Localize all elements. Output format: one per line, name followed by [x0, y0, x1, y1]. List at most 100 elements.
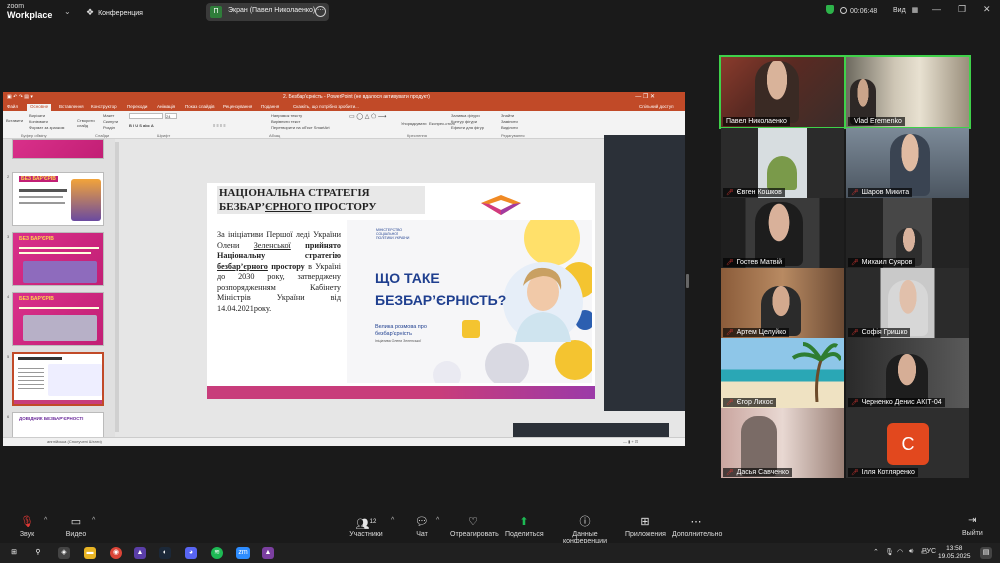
arrange-button[interactable]: Упорядкувати — [401, 121, 427, 126]
tab-view[interactable]: Подання — [261, 104, 279, 109]
system-clock[interactable]: 13:58 19.05.2025 — [938, 545, 971, 561]
layout-button[interactable]: Макет — [103, 113, 114, 118]
tell-me-box[interactable]: Скажіть, що потрібно зробити... — [293, 104, 359, 109]
participant-tile[interactable]: 🎤︎ Шаров Микита — [846, 128, 969, 198]
font-size-field[interactable]: 24 — [165, 113, 177, 119]
tab-slideshow[interactable]: Показ слайдів — [185, 104, 214, 109]
meeting-timer[interactable]: 00:06:48 — [826, 5, 877, 15]
text-direction-button[interactable]: Напрямок тексту — [271, 113, 302, 118]
chrome-icon[interactable]: ◉ — [110, 547, 122, 559]
format-painter-button[interactable]: Формат за зразком — [29, 125, 64, 130]
apps-button[interactable]: ⊞ Приложения — [625, 516, 666, 538]
language-indicator[interactable]: РУС — [922, 548, 936, 555]
cube-app-icon[interactable]: ◈ — [58, 547, 70, 559]
tab-insert[interactable]: Вставлення — [59, 104, 84, 109]
chevron-up-icon[interactable]: ^ — [92, 517, 95, 524]
leave-button[interactable]: ⇥ Выйти — [962, 515, 983, 537]
chevron-down-icon[interactable]: ⌄ — [64, 7, 71, 16]
paste-button[interactable]: Вставити — [6, 118, 23, 123]
shape-effects-button[interactable]: Ефекти для фігур — [451, 125, 484, 130]
proton-vpn-icon[interactable]: ▲ — [134, 547, 146, 559]
participant-tile[interactable]: 🎤︎ Гостев Матвій — [721, 198, 844, 268]
new-slide-button[interactable]: Створити слайд — [77, 118, 99, 128]
react-button[interactable]: ♡ Отреагировать — [450, 516, 499, 538]
spotify-icon[interactable]: ≋ — [211, 547, 223, 559]
font-name-field[interactable] — [129, 113, 163, 119]
shape-outline-button[interactable]: Контур фігури — [451, 119, 477, 124]
smartart-button[interactable]: Перетворити на об'єкт SmartArt — [271, 125, 330, 130]
slide-canvas[interactable]: НАЦІОНАЛЬНА СТРАТЕГІЯ БЕЗБАР’ЄРНОГО ПРОС… — [207, 183, 595, 399]
cut-button[interactable]: Вирізати — [29, 113, 45, 118]
tray-chevron-icon[interactable]: ⌃ — [873, 548, 879, 556]
more-button[interactable]: ⋯ Дополнительно — [672, 516, 722, 538]
more-icon[interactable]: ⋯ — [315, 6, 326, 17]
participants-button[interactable]: 👥︎12 Участники — [348, 516, 384, 538]
close-icon[interactable]: ✕ — [983, 4, 991, 15]
participant-tile[interactable]: 🎤︎ Дасья Савченко — [721, 408, 844, 478]
slide-thumbnail[interactable]: БЕЗ БАР'ЄРІВ — [12, 172, 104, 226]
tab-home[interactable]: Основне — [27, 104, 52, 111]
slide-thumbnail[interactable] — [12, 139, 104, 159]
minimize-icon[interactable]: — — [932, 4, 941, 14]
video-button[interactable]: ▭ Видео — [62, 516, 90, 538]
share-screen-button[interactable]: ⬆ Поделиться — [505, 516, 544, 538]
chevron-up-icon[interactable]: ^ — [436, 517, 439, 524]
slide-thumbnail[interactable]: БЕЗ БАР'ЄРІВ — [12, 292, 104, 346]
audio-button[interactable]: 🎙︎ Звук — [14, 516, 40, 538]
meeting-menu[interactable]: ❖ Конференция — [86, 7, 143, 18]
chevron-up-icon[interactable]: ^ — [391, 517, 394, 524]
tab-review[interactable]: Рецензування — [223, 104, 252, 109]
discord-icon[interactable]: ◕ — [185, 547, 197, 559]
participant-tile[interactable]: Павел Николаенко — [719, 55, 846, 129]
notifications-icon[interactable]: ▤ — [980, 547, 992, 559]
find-button[interactable]: Знайти — [501, 113, 514, 118]
tab-file[interactable]: Файл — [7, 104, 18, 109]
participant-tile[interactable]: Vlad Eremenko — [844, 55, 971, 129]
zoom-taskbar-icon[interactable]: zm — [236, 547, 250, 559]
volume-icon[interactable]: 🔊︎ — [909, 548, 913, 556]
search-icon[interactable]: ⚲ — [32, 547, 44, 559]
vpn-app-icon[interactable]: ▲ — [262, 547, 274, 559]
shape-fill-button[interactable]: Заливка фігури — [451, 113, 480, 118]
view-button[interactable]: Вид ▦ — [893, 6, 918, 14]
mic-tray-icon[interactable]: 🎙︎ — [885, 548, 894, 556]
align-text-button[interactable]: Вирівняти текст — [271, 119, 300, 124]
zoom-slider-icon[interactable]: — ▮ + ⊡ — [623, 439, 638, 444]
tab-transitions[interactable]: Переходи — [127, 104, 147, 109]
chevron-up-icon[interactable]: ^ — [44, 517, 47, 524]
select-button[interactable]: Виділити — [501, 125, 518, 130]
tab-animation[interactable]: Анімація — [157, 104, 175, 109]
participant-tile[interactable]: 🎤︎ Євген Кошков — [721, 128, 844, 198]
shared-powerpoint-window[interactable]: ▣ ↶ ↷ ▤ ▾ 2. Безбар'єрність - PowerPoint… — [3, 92, 685, 446]
meeting-info-button[interactable]: ⓘ Данные конференции — [552, 516, 618, 545]
participant-tile[interactable]: 🎤︎ Софія Гришко — [846, 268, 969, 338]
participant-tile[interactable]: С 🎤︎ Ілля Котляренко — [846, 408, 969, 478]
status-language[interactable]: англійська (Сполучені Штати) — [47, 439, 102, 444]
tab-design[interactable]: Конструктор — [91, 104, 117, 109]
slide-thumbnail-pane[interactable]: 2 БЕЗ БАР'ЄРІВ 3 БЕЗ БАР'ЄРІВ 4 БЕЗ БАР'… — [3, 139, 115, 439]
participant-tile[interactable]: 🎤︎ Михаил Суяров — [846, 198, 969, 268]
replace-button[interactable]: Замінити — [501, 119, 518, 124]
window-controls-icon[interactable]: — ❐ ✕ — [635, 93, 655, 100]
participant-tile[interactable]: 🎤︎ Артем Целуйко — [721, 268, 844, 338]
steam-icon[interactable]: ◐ — [159, 547, 171, 559]
screen-share-indicator[interactable]: П Экран (Павел Николаенко) ⋯ — [206, 3, 329, 21]
wifi-icon[interactable]: ◠ — [897, 548, 903, 556]
restore-icon[interactable]: ❐ — [958, 4, 966, 15]
reset-button[interactable]: Скинути — [103, 119, 118, 124]
participant-tile[interactable]: 🎤︎ Єгор Лиxoc — [721, 338, 844, 408]
copy-button[interactable]: Копіювати — [29, 119, 48, 124]
participant-tile[interactable]: 🎤︎ Черненко Денис АКІТ-04 — [846, 338, 969, 408]
shapes-gallery-icon[interactable]: ▭ ◯ △ ⬠ ⟶ — [349, 113, 386, 120]
share-doc-button[interactable]: Спільний доступ — [639, 104, 674, 109]
file-explorer-icon[interactable]: ▬ — [84, 547, 96, 559]
split-drag-handle[interactable] — [686, 274, 689, 288]
slide-thumbnail-selected[interactable] — [12, 352, 104, 406]
section-button[interactable]: Розділ — [103, 125, 115, 130]
chat-button[interactable]: 💬︎ Чат — [412, 516, 432, 538]
slide-thumbnail[interactable]: ДОВІДНИК БЕЗБАР'ЄРНОСТІ — [12, 412, 104, 438]
font-format-icons[interactable]: B I U S abc A — [129, 123, 154, 128]
windows-start-icon[interactable]: ⊞ — [8, 547, 20, 559]
slide-thumbnail[interactable]: БЕЗ БАР'ЄРІВ — [12, 232, 104, 286]
paragraph-icons[interactable]: ≡ ≡ ≡ ≡ — [213, 123, 226, 128]
